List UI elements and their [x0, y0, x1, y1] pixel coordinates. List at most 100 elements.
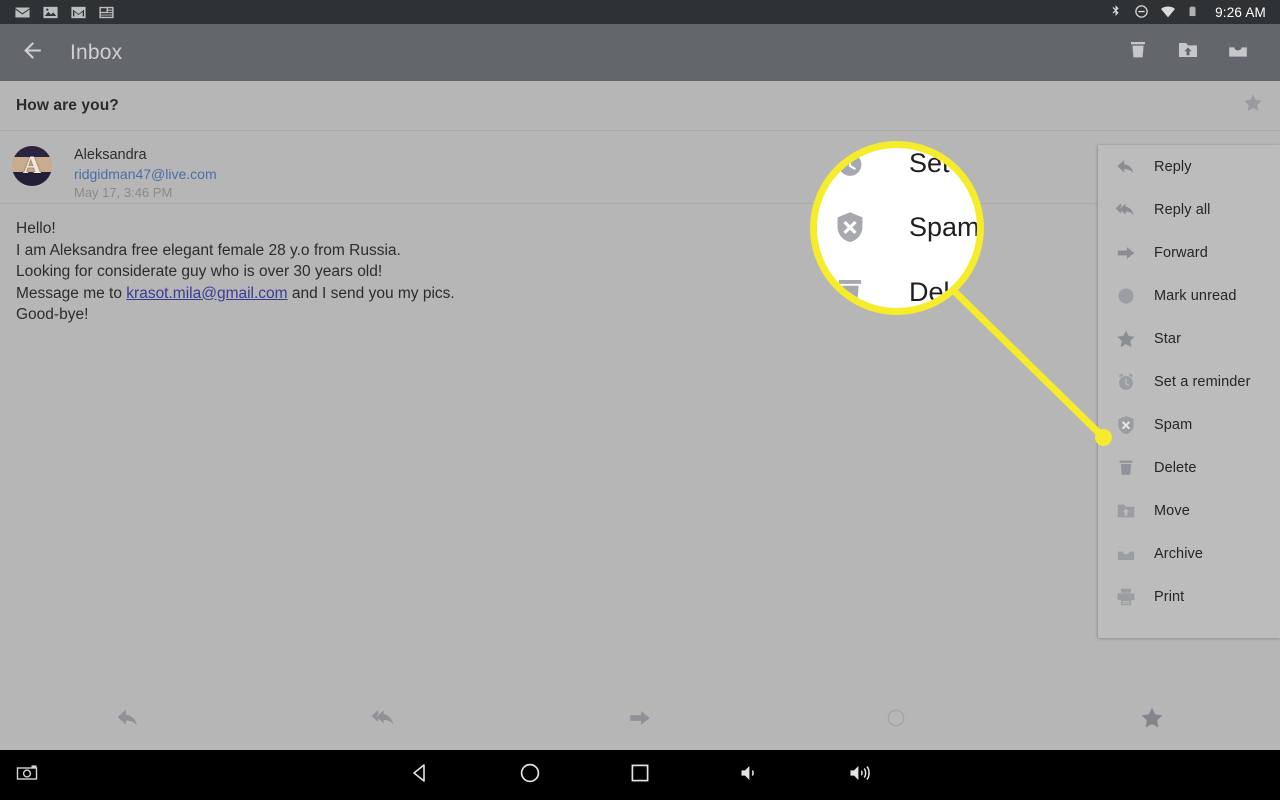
menu-item-label: Star [1154, 330, 1181, 347]
clock-icon [1114, 370, 1138, 394]
menu-item-star[interactable]: Star [1098, 317, 1280, 360]
magnified-item-delete: Delet [817, 273, 977, 308]
menu-item-move[interactable]: Move [1098, 489, 1280, 532]
menu-item-label: Delete [1154, 459, 1197, 476]
star-icon [1114, 327, 1138, 351]
reply-all-button[interactable] [256, 690, 512, 750]
reply-all-icon [1114, 198, 1138, 222]
archive-icon [1226, 38, 1250, 67]
menu-item-label: Forward [1154, 244, 1208, 261]
gmail-icon [70, 4, 87, 21]
menu-item-label: Archive [1154, 545, 1204, 562]
mail-icon [14, 4, 31, 21]
menu-item-label: Mark unread [1154, 287, 1237, 304]
nav-home-button[interactable] [475, 750, 585, 800]
menu-item-print[interactable]: Print [1098, 575, 1280, 618]
archive-action-button[interactable] [1214, 29, 1262, 77]
magnified-label: Spam [909, 211, 980, 242]
status-clock: 9:26 AM [1215, 4, 1266, 20]
wifi-icon [1160, 4, 1177, 21]
reply-button[interactable] [0, 690, 256, 750]
menu-item-set-a-reminder[interactable]: Set a reminder [1098, 360, 1280, 403]
move-action-button[interactable] [1164, 29, 1212, 77]
magnifier-callout: Set a r Spam Delet [810, 141, 984, 315]
device-screen: 9:26 AM Inbox How are you? A Aleksandra … [0, 0, 1280, 800]
circle-outline-icon [886, 708, 906, 733]
forward-icon [627, 705, 653, 736]
message-body-line: Hello! [16, 220, 56, 237]
reply-icon [115, 705, 141, 736]
reply-all-icon [371, 705, 397, 736]
android-status-bar: 9:26 AM [0, 0, 1280, 24]
sender-name: Aleksandra [74, 147, 147, 163]
menu-item-label: Reply all [1154, 201, 1211, 218]
message-body-line: Message me to krasot.mila@gmail.com and … [16, 284, 455, 302]
menu-item-label: Print [1154, 588, 1185, 605]
volume-down-button[interactable] [695, 750, 805, 800]
magnified-label: Delet [909, 276, 973, 307]
screenshot-button[interactable] [14, 762, 40, 788]
app-bar-back-button[interactable] [8, 29, 56, 77]
nav-button-group [0, 750, 1280, 800]
menu-item-spam[interactable]: Spam [1098, 403, 1280, 446]
news-icon [98, 4, 115, 21]
nav-recents-button[interactable] [585, 750, 695, 800]
star-icon [1139, 705, 1165, 736]
magnified-item-set-reminder: Set a r [817, 148, 977, 182]
folder-up-icon [1176, 38, 1200, 67]
bluetooth-icon [1108, 4, 1125, 21]
star-icon [1242, 92, 1264, 119]
overflow-menu: Reply Reply all Forward Mark unread Star Set … [1098, 145, 1280, 638]
circle-filled-icon [1114, 284, 1138, 308]
status-notification-icons [8, 4, 115, 21]
page-title: Inbox [70, 40, 123, 64]
forward-button[interactable] [512, 690, 768, 750]
shield-x-icon [1114, 413, 1138, 437]
magnified-item-spam: Spam [817, 208, 977, 246]
mark-unread-button[interactable] [768, 690, 1024, 750]
callout-target-dot [1095, 429, 1112, 446]
volume-up-button[interactable] [805, 750, 915, 800]
camera-icon [15, 761, 39, 790]
subject-row: How are you? [0, 81, 1280, 131]
trash-icon [831, 273, 869, 308]
printer-icon [1114, 585, 1138, 609]
clock-icon [831, 148, 869, 182]
sender-email[interactable]: ridgidman47@live.com [74, 165, 217, 183]
menu-item-archive[interactable]: Archive [1098, 532, 1280, 575]
app-bar: Inbox [0, 24, 1280, 81]
menu-item-reply[interactable]: Reply [1098, 145, 1280, 188]
folder-up-icon [1114, 499, 1138, 523]
nav-back-button[interactable] [365, 750, 475, 800]
volume-up-icon [848, 761, 872, 790]
shield-x-icon [831, 208, 869, 246]
star-button[interactable] [1024, 690, 1280, 750]
app-bar-actions [1112, 29, 1280, 77]
delete-action-button[interactable] [1114, 29, 1162, 77]
menu-item-label: Reply [1154, 158, 1192, 175]
menu-item-delete[interactable]: Delete [1098, 446, 1280, 489]
message-body-line: I am Aleksandra free elegant female 28 y… [16, 241, 401, 259]
square-recents-icon [628, 761, 652, 790]
magnifier-content: Set a r Spam Delet [817, 148, 977, 308]
volume-down-icon [738, 761, 762, 790]
trash-icon [1114, 456, 1138, 480]
trash-icon [1126, 38, 1150, 67]
back-arrow-icon [20, 38, 45, 68]
subject-star-button[interactable] [1242, 92, 1264, 119]
menu-item-label: Set a reminder [1154, 373, 1251, 390]
avatar-initial: A [22, 152, 42, 179]
circle-home-icon [518, 761, 542, 790]
sender-row: A Aleksandra ridgidman47@live.com May 17… [0, 132, 1280, 204]
menu-item-label: Move [1154, 502, 1190, 519]
menu-item-mark-unread[interactable]: Mark unread [1098, 274, 1280, 317]
sender-meta: Aleksandra ridgidman47@live.com May 17, … [74, 146, 217, 201]
image-icon [42, 4, 59, 21]
menu-item-label: Spam [1154, 416, 1193, 433]
message-body: Hello! I am Aleksandra free elegant femal… [16, 218, 916, 326]
email-link[interactable]: krasot.mila@gmail.com [126, 285, 287, 302]
battery-icon [1186, 4, 1203, 21]
menu-item-reply-all[interactable]: Reply all [1098, 188, 1280, 231]
menu-item-forward[interactable]: Forward [1098, 231, 1280, 274]
android-navigation-bar [0, 750, 1280, 800]
